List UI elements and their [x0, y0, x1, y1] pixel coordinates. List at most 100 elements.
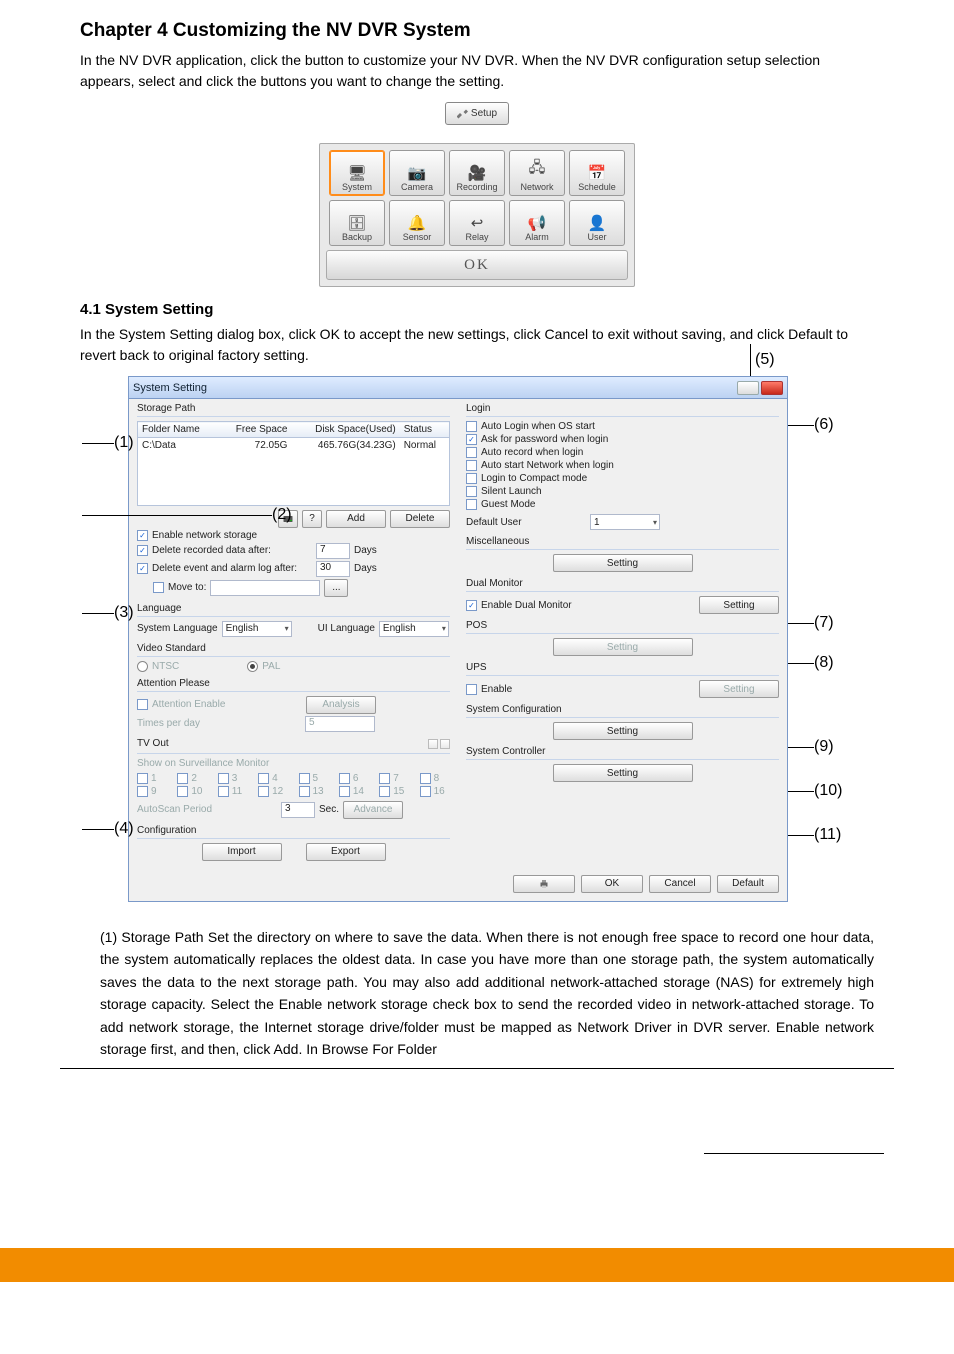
- tvout-checkbox-15[interactable]: [379, 786, 390, 797]
- ntsc-radio[interactable]: [137, 661, 148, 672]
- printer-icon: [538, 878, 550, 890]
- misc-setting-button[interactable]: Setting: [553, 554, 693, 572]
- tab-recording[interactable]: 🎥Recording: [449, 150, 505, 196]
- table-row[interactable]: C:\Data 72.05G 465.76G(34.23G) Normal: [138, 438, 450, 454]
- tvout-checkbox-3[interactable]: [218, 773, 229, 784]
- tvout-checkbox-7[interactable]: [379, 773, 390, 784]
- tvout-channel-12[interactable]: 12: [258, 786, 288, 797]
- help-window-button[interactable]: [737, 381, 759, 395]
- callout-7: (7): [788, 614, 834, 632]
- tab-camera[interactable]: 📷Camera: [389, 150, 445, 196]
- tvout-checkbox-14[interactable]: [339, 786, 350, 797]
- delete-event-checkbox[interactable]: ✓: [137, 563, 148, 574]
- tab-label: Relay: [465, 232, 488, 242]
- tvout-title: TV Out: [137, 738, 169, 749]
- tvout-checkbox-4[interactable]: [258, 773, 269, 784]
- tvout-channel-9[interactable]: 9: [137, 786, 167, 797]
- default-button[interactable]: Default: [717, 875, 779, 893]
- login-checkbox-4[interactable]: [466, 473, 477, 484]
- tab-relay[interactable]: ↩Relay: [449, 200, 505, 246]
- tvout-prev-button[interactable]: [428, 739, 438, 749]
- login-checkbox-0[interactable]: [466, 421, 477, 432]
- add-button[interactable]: Add: [326, 510, 386, 528]
- tvout-checkbox-16[interactable]: [420, 786, 431, 797]
- print-button[interactable]: [513, 875, 575, 893]
- tvout-channel-14[interactable]: 14: [339, 786, 369, 797]
- export-button[interactable]: Export: [306, 843, 386, 861]
- tab-user[interactable]: 👤User: [569, 200, 625, 246]
- tvout-channel-1[interactable]: 1: [137, 773, 167, 784]
- attention-enable-checkbox[interactable]: [137, 699, 148, 710]
- tvout-channel-13[interactable]: 13: [299, 786, 329, 797]
- tabs-ok-button[interactable]: OK: [326, 250, 628, 280]
- tvout-checkbox-12[interactable]: [258, 786, 269, 797]
- tvout-next-button[interactable]: [440, 739, 450, 749]
- tvout-checkbox-8[interactable]: [420, 773, 431, 784]
- tvout-checkbox-1[interactable]: [137, 773, 148, 784]
- move-to-path-input[interactable]: [210, 580, 320, 596]
- tab-schedule[interactable]: 📅Schedule: [569, 150, 625, 196]
- tvout-channel-5[interactable]: 5: [299, 773, 329, 784]
- tab-network[interactable]: 🖧Network: [509, 150, 565, 196]
- tvout-channel-11[interactable]: 11: [218, 786, 248, 797]
- delete-recorded-days-input[interactable]: 7: [316, 543, 350, 559]
- pal-radio[interactable]: [247, 661, 258, 672]
- ups-setting-button[interactable]: Setting: [699, 680, 779, 698]
- help-icon-button[interactable]: ?: [302, 510, 322, 528]
- tvout-channel-4[interactable]: 4: [258, 773, 288, 784]
- delete-recorded-checkbox[interactable]: ✓: [137, 545, 148, 556]
- enable-netstorage-checkbox[interactable]: ✓: [137, 530, 148, 541]
- cancel-button[interactable]: Cancel: [649, 875, 711, 893]
- login-checkbox-5[interactable]: [466, 486, 477, 497]
- tvout-channel-15[interactable]: 15: [379, 786, 409, 797]
- tvout-channel-16[interactable]: 16: [420, 786, 450, 797]
- tvout-checkbox-10[interactable]: [177, 786, 188, 797]
- advance-button[interactable]: Advance: [343, 801, 403, 819]
- tab-backup[interactable]: 🗄Backup: [329, 200, 385, 246]
- system-language-select[interactable]: English: [222, 621, 292, 637]
- tvout-checkbox-11[interactable]: [218, 786, 229, 797]
- delete-recorded-label: Delete recorded data after:: [152, 545, 312, 556]
- analysis-button[interactable]: Analysis: [306, 696, 376, 714]
- tvout-channel-6[interactable]: 6: [339, 773, 369, 784]
- tvout-channel-7[interactable]: 7: [379, 773, 409, 784]
- tvout-checkbox-9[interactable]: [137, 786, 148, 797]
- tvout-checkbox-13[interactable]: [299, 786, 310, 797]
- tab-system[interactable]: 🖥System: [329, 150, 385, 196]
- dual-enable-checkbox[interactable]: ✓: [466, 600, 477, 611]
- tab-label: Recording: [456, 182, 497, 192]
- tvout-channel-3[interactable]: 3: [218, 773, 248, 784]
- delete-event-days-input[interactable]: 30: [316, 561, 350, 577]
- default-user-label: Default User: [466, 517, 586, 528]
- tvout-channel-8[interactable]: 8: [420, 773, 450, 784]
- tvout-checkbox-2[interactable]: [177, 773, 188, 784]
- tvout-checkbox-6[interactable]: [339, 773, 350, 784]
- move-to-browse-button[interactable]: ...: [324, 579, 348, 597]
- tvout-channel-2[interactable]: 2: [177, 773, 207, 784]
- login-checkbox-6[interactable]: [466, 499, 477, 510]
- dialog-title: System Setting: [133, 382, 737, 394]
- login-checkbox-1[interactable]: ✓: [466, 434, 477, 445]
- login-checkbox-3[interactable]: [466, 460, 477, 471]
- pos-setting-button[interactable]: Setting: [553, 638, 693, 656]
- syscfg-setting-button[interactable]: Setting: [553, 722, 693, 740]
- move-to-checkbox[interactable]: [153, 582, 164, 593]
- ups-enable-checkbox[interactable]: [466, 684, 477, 695]
- times-per-day-input[interactable]: 5: [305, 716, 375, 732]
- backup-icon: 🗄: [347, 214, 366, 232]
- ui-language-select[interactable]: English: [379, 621, 449, 637]
- import-button[interactable]: Import: [202, 843, 282, 861]
- sysctl-setting-button[interactable]: Setting: [553, 764, 693, 782]
- delete-button[interactable]: Delete: [390, 510, 450, 528]
- tab-alarm[interactable]: 📢Alarm: [509, 200, 565, 246]
- dual-setting-button[interactable]: Setting: [699, 596, 779, 614]
- tvout-checkbox-5[interactable]: [299, 773, 310, 784]
- tvout-channel-10[interactable]: 10: [177, 786, 207, 797]
- days-label-2: Days: [354, 563, 377, 574]
- ok-button[interactable]: OK: [581, 875, 643, 893]
- tab-sensor[interactable]: 🔔Sensor: [389, 200, 445, 246]
- autoscan-input[interactable]: 3: [281, 802, 315, 818]
- login-checkbox-2[interactable]: [466, 447, 477, 458]
- default-user-select[interactable]: 1: [590, 514, 660, 530]
- close-window-button[interactable]: [761, 381, 783, 395]
